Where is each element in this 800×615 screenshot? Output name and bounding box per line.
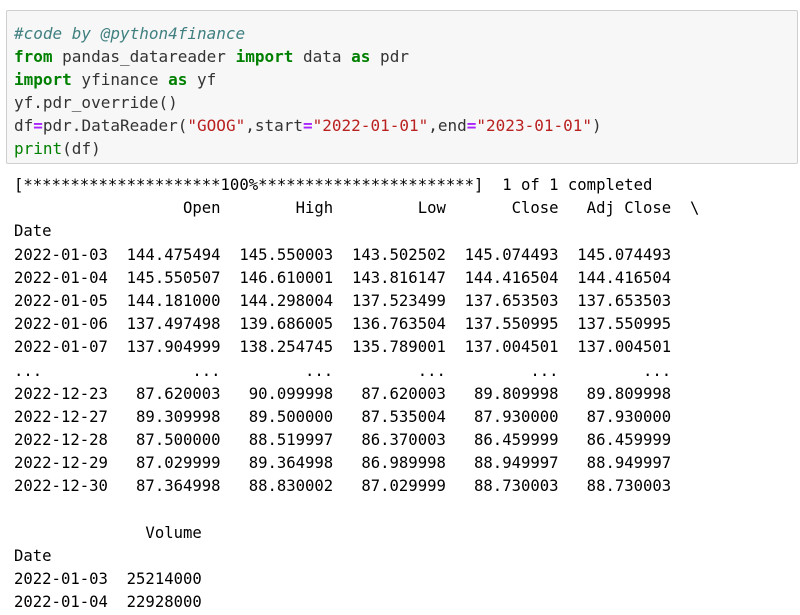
code-token: import [14,70,72,89]
code-token: import [235,47,294,66]
output-line: 2022-12-28 87.500000 88.519997 86.370003… [14,431,672,450]
code-token: data [293,47,352,66]
code-token: yfinance [71,70,169,89]
code-token: #code by @python4finance [14,24,246,43]
output-line: 2022-01-03 25214000 [14,570,202,589]
code-token: as [351,47,371,66]
code-token: "2022-01-01" [312,116,429,135]
output-line: 2022-01-04 145.550507 146.610001 143.816… [14,268,672,287]
output-line: 2022-12-30 87.364998 88.830002 87.029999… [14,477,672,496]
code-token: ,end [428,116,467,135]
code-cell-input[interactable]: #code by @python4finance from pandas_data… [6,10,798,164]
output-line: ... ... ... ... ... ... [14,361,672,380]
code-token: ) [592,116,602,135]
code-token: pandas_datareader [52,47,236,66]
output-line: Volume [14,523,202,542]
output-line: Date [14,547,52,565]
code-token: pdr.DataReader( [42,116,188,135]
code-token: df [14,116,34,135]
code-line[interactable]: yf.pdr_override() [14,91,797,114]
cell-output: [*********************100%**************… [14,174,800,615]
output-line: 2022-01-03 144.475494 145.550003 143.502… [14,245,672,264]
code-token: yf [187,70,217,89]
code-line[interactable]: print(df) [14,137,797,160]
output-line: 2022-12-27 89.309998 89.500000 87.535004… [14,407,672,426]
code-token: from [14,47,53,66]
output-line: 2022-12-29 87.029999 89.364998 86.989998… [14,454,672,473]
code-token: yf.pdr_override() [14,93,178,112]
code-token: "GOOG" [187,116,246,135]
progress-line: [*********************100%**************… [14,176,653,194]
code-token: as [168,70,188,89]
output-line: 2022-12-23 87.620003 90.099998 87.620003… [14,384,672,403]
code-token: = [303,116,313,135]
code-token: (df) [62,139,101,158]
code-token: pdr [370,47,409,66]
code-token: = [33,116,43,135]
code-line[interactable]: #code by @python4finance [14,22,797,45]
code-line[interactable]: from pandas_datareader import data as pd… [14,45,797,68]
code-line[interactable]: import yfinance as yf [14,68,797,91]
output-line: Open High Low Close Adj Close \ [14,199,700,218]
output-line: 2022-01-07 137.904999 138.254745 135.789… [14,338,672,357]
output-line: 2022-01-05 144.181000 144.298004 137.523… [14,291,672,310]
code-token: print [14,139,63,158]
output-line: 2022-01-06 137.497498 139.686005 136.763… [14,315,672,334]
code-line[interactable]: df=pdr.DataReader("GOOG",start="2022-01-… [14,114,797,137]
output-line: 2022-01-04 22928000 [14,593,202,612]
code-token: ,start [245,116,303,135]
output-line: Date [14,222,52,241]
code-token: "2023-01-01" [476,116,592,135]
code-token: = [466,116,477,135]
